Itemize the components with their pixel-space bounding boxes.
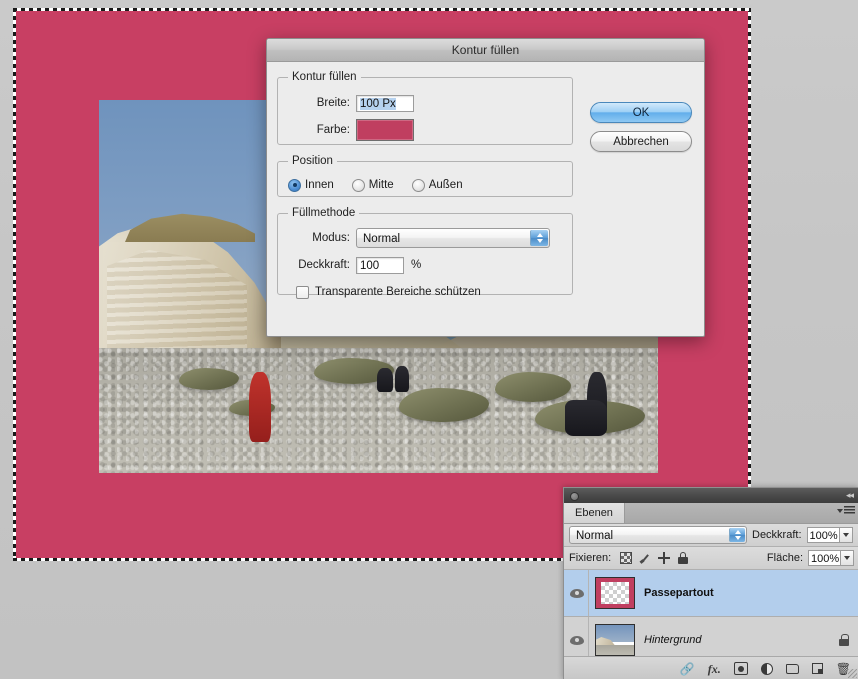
percent-label: % (411, 259, 422, 271)
opacity-label: Deckkraft: (298, 259, 350, 271)
group-fillmethod: Füllmethode Modus: Normal Deckkraft: 100… (277, 207, 573, 299)
layer-thumbnail[interactable] (595, 577, 635, 609)
radio-innen[interactable] (288, 178, 301, 192)
kontur-fuellen-dialog: Kontur füllen OK Abbrechen Kontur füllen… (266, 38, 705, 337)
lock-image-icon[interactable] (639, 552, 651, 564)
photo-person-dark (377, 368, 393, 392)
layer-name[interactable]: Hintergrund (644, 634, 839, 646)
group-position-legend: Position (292, 155, 333, 167)
chevron-updown-icon (530, 230, 548, 246)
dialog-title: Kontur füllen (267, 39, 704, 62)
new-group-icon[interactable] (785, 663, 799, 674)
dialog-button-column: OK Abbrechen (590, 102, 692, 160)
blend-mode-select[interactable]: Normal (569, 526, 747, 544)
lock-transparency-icon[interactable] (620, 552, 633, 564)
panel-drag-bar[interactable]: ◂◂ (564, 488, 858, 503)
radio-innen-label: Innen (305, 179, 334, 191)
lock-position-icon[interactable] (658, 552, 671, 564)
collapse-panel-icon[interactable]: ◂◂ (846, 490, 854, 501)
photo-person-dark (565, 400, 607, 436)
group-stroke-legend: Kontur füllen (292, 71, 357, 83)
lock-row: Fixieren: Fläche: 100% (564, 547, 858, 570)
layer-row-passepartout[interactable]: Passepartout (564, 570, 858, 617)
layers-panel-footer: 🔗 fx. 🗑 (564, 656, 858, 679)
panel-resize-grip[interactable] (848, 669, 857, 678)
layer-name[interactable]: Passepartout (644, 587, 858, 599)
radio-mitte[interactable] (351, 178, 365, 192)
lock-all-icon[interactable] (677, 552, 689, 564)
blend-mode-row: Normal Deckkraft: 100% (564, 524, 858, 547)
panel-tab-strip: Ebenen (564, 503, 858, 524)
mode-label: Modus: (312, 232, 350, 244)
fill-stepper-icon[interactable] (841, 550, 854, 566)
locked-layer-icon (839, 634, 849, 646)
radio-mitte-label: Mitte (368, 179, 394, 191)
group-stroke: Kontur füllen Breite: 100 Px Farbe: (277, 71, 573, 145)
layers-panel: ◂◂ Ebenen Normal Deckkraft: 100% Fixiere… (563, 487, 858, 679)
new-layer-icon[interactable] (811, 663, 823, 674)
fill-label: Fläche: (766, 552, 803, 564)
chevron-updown-icon (729, 528, 745, 542)
layer-style-fx-icon[interactable]: fx. (708, 663, 721, 675)
photo-person-dark (395, 366, 409, 392)
width-input[interactable]: 100 Px (356, 94, 414, 112)
lock-icon-group (620, 552, 689, 564)
panel-opacity-label: Deckkraft: (752, 529, 802, 541)
layer-thumbnail[interactable] (595, 624, 635, 656)
width-input-value: 100 Px (360, 97, 396, 110)
cancel-button[interactable]: Abbrechen (590, 131, 692, 152)
mode-select[interactable]: Normal (356, 228, 550, 248)
layer-mask-icon[interactable] (733, 662, 748, 675)
tab-ebenen[interactable]: Ebenen (564, 503, 625, 523)
color-label: Farbe: (316, 124, 350, 136)
photoshop-workspace: Kontur füllen OK Abbrechen Kontur füllen… (0, 0, 858, 679)
color-swatch[interactable] (356, 119, 414, 141)
layer-list: Passepartout Hintergrund (564, 570, 858, 664)
panel-close-icon[interactable] (570, 492, 579, 501)
layer-visibility-toggle[interactable] (566, 570, 589, 616)
width-label: Breite: (316, 97, 350, 109)
mode-select-value: Normal (363, 233, 401, 245)
eye-icon (570, 635, 584, 645)
photo-person-red (249, 372, 271, 442)
panel-menu-icon[interactable] (837, 506, 855, 515)
adjustment-layer-icon[interactable] (760, 662, 773, 675)
group-position: Position Innen Mitte Außen (277, 155, 573, 197)
lock-label: Fixieren: (569, 552, 612, 564)
link-layers-icon[interactable]: 🔗 (680, 663, 695, 675)
opacity-stepper-icon[interactable] (839, 527, 853, 543)
ok-button[interactable]: OK (590, 102, 692, 123)
preserve-transparency-label: Transparente Bereiche schützen (315, 286, 481, 298)
eye-icon (570, 588, 584, 598)
opacity-input[interactable]: 100 (356, 256, 404, 274)
radio-aussen-label: Außen (428, 179, 463, 191)
preserve-transparency-checkbox[interactable] (296, 285, 309, 299)
group-fillmethod-legend: Füllmethode (292, 207, 356, 219)
blend-mode-value: Normal (576, 530, 614, 542)
panel-opacity-input[interactable]: 100% (806, 527, 840, 543)
fill-input[interactable]: 100% (808, 550, 841, 566)
radio-aussen[interactable] (411, 178, 425, 192)
